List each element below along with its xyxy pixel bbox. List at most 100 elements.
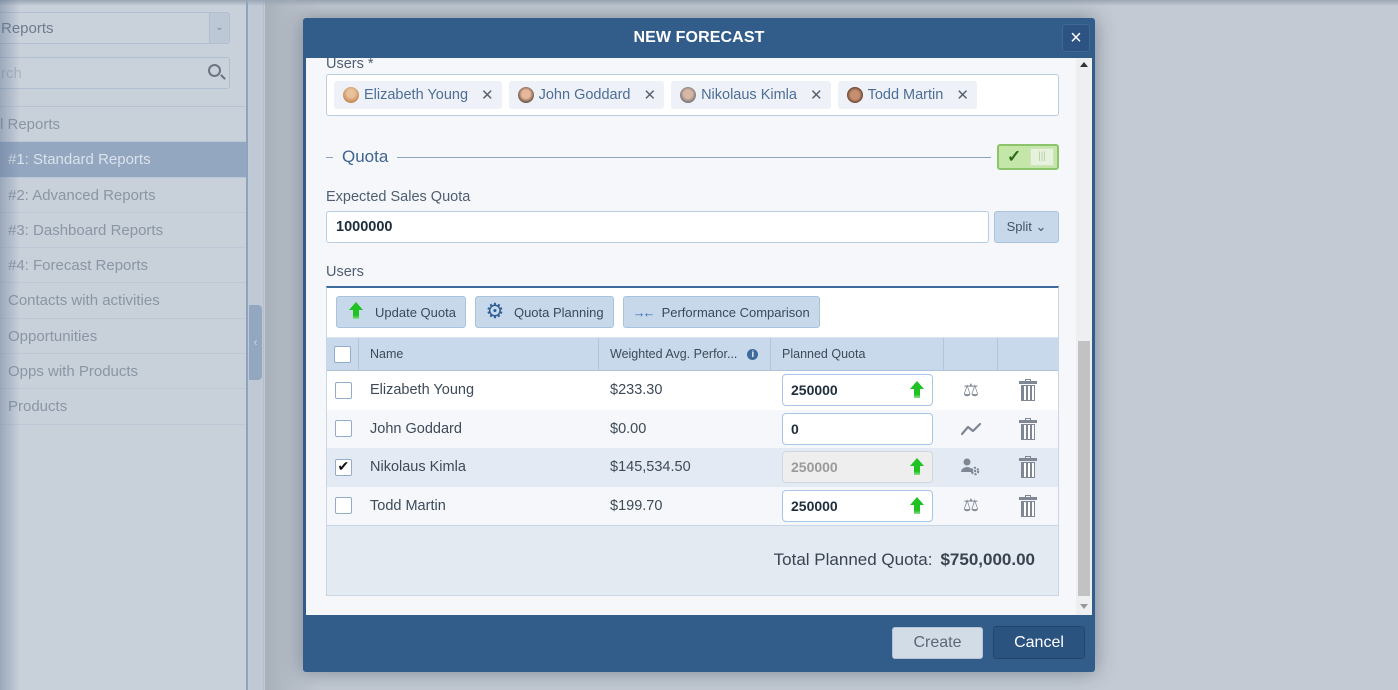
quota-toggle[interactable]: ✓ ||| (997, 144, 1059, 170)
users-table-label: Users (326, 264, 364, 280)
user-chip-name: Todd Martin (867, 87, 944, 103)
report-list-item[interactable]: #4: Forecast Reports (0, 248, 246, 284)
column-header-name[interactable]: Name (359, 338, 599, 370)
report-list-item-label: Opps with Products (8, 363, 139, 381)
report-list-item-label: Opportunities (8, 327, 98, 345)
column-header-weighted-avg[interactable]: Weighted Avg. Perfor... i (599, 338, 771, 370)
row-checkbox[interactable] (334, 458, 352, 476)
top-shadow (0, 0, 1398, 6)
report-list-item[interactable]: l Reports (0, 107, 246, 143)
left-shadow (0, 0, 20, 690)
close-icon: × (1070, 27, 1082, 49)
user-name-cell: Todd Martin (370, 497, 446, 514)
row-checkbox-cell (327, 497, 359, 515)
report-list-item-label: #3: Dashboard Reports (8, 221, 164, 239)
arrow-up-icon (910, 458, 924, 476)
scroll-up-arrow-icon[interactable] (1080, 62, 1088, 67)
planned-quota-input[interactable]: 0 (782, 412, 933, 445)
info-icon[interactable]: i (747, 348, 759, 360)
row-checkbox-cell (327, 458, 359, 476)
column-header-delete (998, 338, 1058, 370)
quota-planning-button[interactable]: ⚙ Quota Planning (474, 296, 614, 328)
planned-quota-value: 250000 (791, 497, 838, 514)
table-row: Elizabeth Young $233.30 250000 ⚖ (327, 371, 1058, 410)
weighted-avg-cell: $233.30 (610, 382, 663, 399)
quota-section-title: Quota (342, 147, 389, 166)
scrollbar-thumb[interactable] (1078, 341, 1090, 596)
remove-user-icon[interactable]: ✕ (644, 86, 657, 104)
check-icon: ✓ (1007, 147, 1022, 166)
divider (326, 156, 333, 158)
planned-quota-value: 250000 (791, 459, 838, 476)
table-header: Name Weighted Avg. Perfor... i Planned Q… (327, 337, 1058, 371)
select-all-checkbox[interactable] (334, 345, 351, 363)
remove-user-icon[interactable]: ✕ (810, 86, 823, 104)
planned-quota-cell: 250000 (771, 374, 944, 407)
scale-icon[interactable]: ⚖ (944, 495, 998, 516)
remove-user-icon[interactable]: ✕ (481, 86, 494, 104)
split-dropdown-button[interactable]: Split ⌄ (994, 211, 1059, 243)
create-button[interactable]: Create (892, 627, 983, 659)
total-summary: Total Planned Quota: $750,000.00 (327, 525, 1058, 595)
user-avatar (680, 87, 697, 103)
quota-section-header: Quota (326, 146, 991, 168)
dialog-footer: Create Cancel (303, 616, 1095, 672)
users-multiselect[interactable]: Elizabeth Young ✕ John Goddard ✕ Nikolau… (326, 74, 1059, 116)
quota-planning-label: Quota Planning (513, 304, 604, 320)
close-button[interactable]: × (1062, 24, 1090, 52)
remove-user-icon[interactable]: ✕ (956, 86, 969, 104)
report-list-item[interactable]: Contacts with activities (0, 283, 246, 319)
user-avatar (846, 87, 863, 103)
performance-comparison-button[interactable]: →← Performance Comparison (622, 296, 820, 328)
scale-icon[interactable]: ⚖ (944, 380, 998, 401)
user-name-cell: Nikolaus Kimla (370, 459, 466, 476)
planned-quota-input[interactable]: 250000 (782, 374, 933, 407)
total-planned-quota-value: $750,000.00 (940, 550, 1035, 569)
report-list-item[interactable]: #2: Advanced Reports (0, 178, 246, 213)
column-header-planned-quota[interactable]: Planned Quota (771, 338, 944, 370)
row-checkbox[interactable] (334, 381, 352, 399)
planned-quota-input: 250000 (782, 451, 933, 484)
total-planned-quota: Total Planned Quota: $750,000.00 (774, 550, 1035, 570)
planned-quota-input[interactable]: 250000 (782, 489, 933, 522)
chevron-down-icon[interactable]: ⌄ (209, 13, 229, 43)
trash-icon[interactable] (1019, 456, 1037, 479)
table-row: Todd Martin $199.70 250000 ⚖ (327, 486, 1058, 525)
update-quota-button[interactable]: Update Quota (336, 296, 466, 328)
trash-icon[interactable] (1019, 417, 1037, 440)
user-chip-name: Elizabeth Young (364, 87, 469, 103)
total-planned-quota-label: Total Planned Quota: (773, 550, 933, 569)
trash-icon[interactable] (1019, 379, 1037, 402)
row-checkbox[interactable] (334, 420, 352, 438)
report-list-item[interactable]: Products (0, 389, 246, 425)
trend-line-icon[interactable] (944, 422, 998, 436)
user-chip: John Goddard ✕ (508, 81, 665, 109)
report-list-item[interactable]: #3: Dashboard Reports (0, 213, 246, 249)
user-chip-name: Nikolaus Kimla (701, 87, 797, 103)
delete-row-cell (998, 456, 1058, 479)
report-list-item-label: #2: Advanced Reports (8, 186, 156, 204)
search-icon[interactable] (208, 64, 221, 77)
users-field-label: Users * (326, 58, 374, 72)
toggle-knob[interactable]: ||| (1030, 148, 1054, 166)
row-checkbox[interactable] (334, 497, 352, 515)
user-settings-icon[interactable] (944, 457, 998, 477)
report-type-select[interactable]: Reports ⌄ (0, 12, 230, 44)
column-header-action (944, 338, 998, 370)
user-chip-name: John Goddard (538, 87, 631, 103)
table-row: Nikolaus Kimla $145,534.50 250000 (327, 448, 1058, 487)
report-list-item-label: Contacts with activities (8, 292, 160, 310)
trash-icon[interactable] (1019, 494, 1037, 517)
sidebar-search-input[interactable]: rch (0, 57, 230, 89)
report-list-item[interactable]: Opportunities (0, 319, 246, 355)
dialog-body: Users * Elizabeth Young ✕ John Goddard ✕… (306, 58, 1092, 615)
collapse-sidebar-button[interactable]: ‹ (249, 305, 262, 380)
cancel-button[interactable]: Cancel (993, 626, 1085, 659)
dialog-scrollbar[interactable] (1076, 58, 1092, 615)
report-list-item[interactable]: Opps with Products (0, 354, 246, 390)
weighted-avg-cell: $199.70 (610, 497, 663, 514)
report-list-item[interactable]: #1: Standard Reports (0, 142, 246, 178)
expected-sales-quota-input[interactable] (326, 211, 989, 243)
user-name-cell: Elizabeth Young (370, 382, 475, 399)
scroll-down-arrow-icon[interactable] (1080, 604, 1088, 609)
